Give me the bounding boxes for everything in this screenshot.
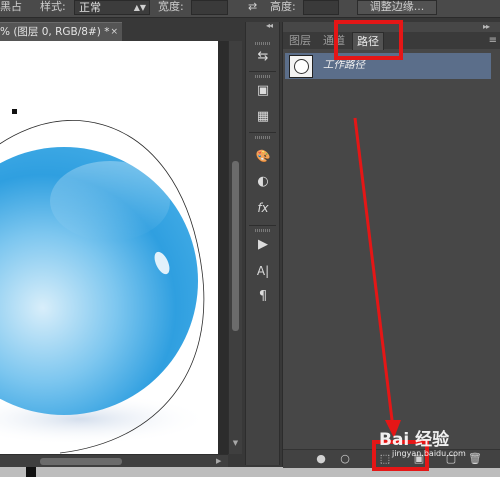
watermark-brand: Bai 经验 <box>379 430 450 450</box>
arrow-shaft <box>353 117 395 429</box>
baidu-watermark: Bai 经验 jingyan.baidu.com <box>379 425 466 458</box>
annotation-arrow <box>353 117 401 438</box>
watermark-url: jingyan.baidu.com <box>392 449 466 458</box>
